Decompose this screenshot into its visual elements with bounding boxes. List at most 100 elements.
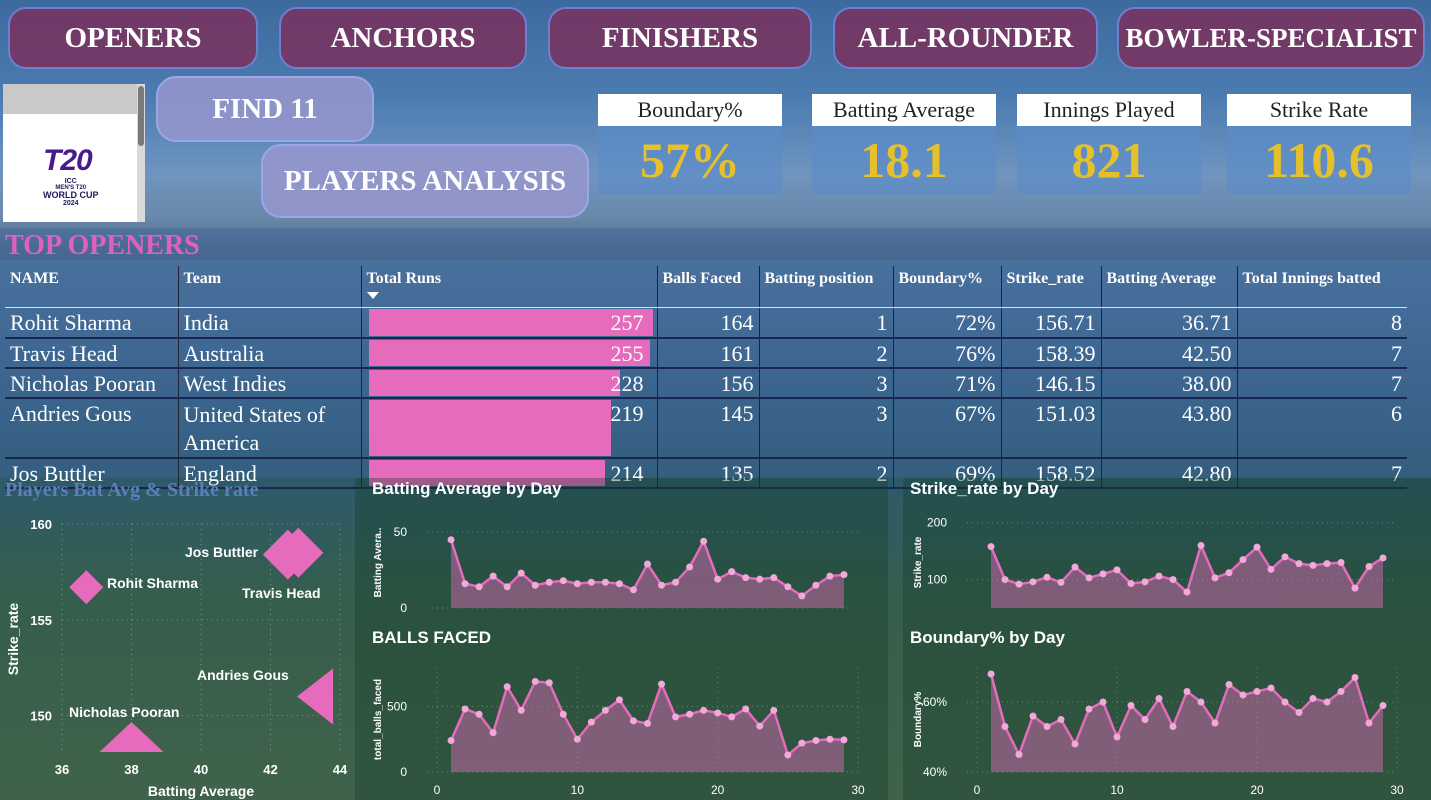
data-point — [531, 581, 539, 589]
data-point — [770, 706, 778, 714]
y-tick-label: 0 — [400, 601, 407, 615]
cell-batting-average: 36.71 — [1101, 307, 1238, 339]
t20-world-cup-logo-icon: T20 ICC MEN'S T20 WORLD CUP 2024 — [43, 144, 99, 207]
nav-anchors-button[interactable]: ANCHORS — [279, 7, 527, 69]
cell-balls-faced: 156 — [657, 367, 760, 399]
data-point — [798, 739, 806, 747]
data-point — [826, 572, 834, 580]
data-point — [601, 578, 609, 586]
kpi-batting-average-card: Batting Average 18.1 — [812, 94, 996, 194]
data-point — [840, 571, 848, 579]
data-point — [1211, 719, 1219, 727]
boundary-by-day-chart-title: Boundary% by Day — [910, 628, 1065, 647]
runs-value: 255 — [610, 340, 644, 366]
cell-batting-position: 2 — [759, 337, 894, 369]
cell-batting-position: 1 — [759, 307, 894, 339]
y-tick-label: 100 — [927, 573, 947, 587]
y-tick-label: 160 — [30, 517, 52, 532]
table-row[interactable]: Andries Gous United States of America 219 1… — [5, 397, 1407, 459]
table-row[interactable]: Rohit Sharma India 257 164 1 72% 156.71 36.71 8 — [5, 307, 1407, 339]
cell-strike-rate: 156.71 — [1001, 307, 1102, 339]
data-point — [1239, 691, 1247, 699]
kpi-label: Batting Average — [812, 94, 996, 126]
column-header-batting-average[interactable]: Batting Average — [1101, 266, 1238, 308]
area-fill — [451, 539, 844, 608]
y-tick-label: 150 — [30, 709, 52, 724]
cell-boundary: 72% — [893, 307, 1002, 339]
nav-openers-button[interactable]: OPENERS — [8, 7, 258, 69]
column-header-team[interactable]: Team — [178, 266, 362, 308]
table-body: Rohit Sharma India 257 164 1 72% 156.71 36.71 8 T… — [5, 307, 1407, 489]
data-point — [489, 729, 497, 737]
cell-total-runs: 257 — [361, 307, 658, 339]
nav-all-rounder-button[interactable]: ALL-ROUNDER — [833, 7, 1098, 69]
data-point — [1071, 563, 1079, 571]
kpi-strike-rate-card: Strike Rate 110.6 — [1227, 94, 1411, 194]
data-point — [517, 706, 525, 714]
column-header-batting-position[interactable]: Batting position — [759, 266, 894, 308]
cell-batting-average: 43.80 — [1101, 397, 1238, 459]
data-point — [784, 583, 792, 591]
data-point — [1071, 740, 1079, 748]
boundary-by-day-chart: 40% 60% 0 10 20 30 Boundary% — [913, 667, 1404, 797]
data-point — [1099, 570, 1107, 578]
scatter-point-label: Jos Buttler — [185, 544, 259, 560]
kpi-label: Strike Rate — [1227, 94, 1411, 126]
data-point — [728, 568, 736, 576]
x-tick-label: 38 — [124, 762, 138, 777]
cell-total-runs: 255 — [361, 337, 658, 369]
players-analysis-button[interactable]: PLAYERS ANALYSIS — [261, 144, 589, 218]
kpi-boundary-card: Boundary% 57% — [598, 94, 782, 194]
cell-total-innings: 6 — [1237, 397, 1407, 459]
column-header-strike-rate[interactable]: Strike_rate — [1001, 266, 1102, 308]
column-header-total-runs[interactable]: Total Runs — [361, 266, 658, 308]
data-point — [545, 578, 553, 586]
y-axis-label: Batting Avera.. — [373, 527, 384, 597]
y-tick-label: 200 — [927, 516, 947, 530]
data-point — [1127, 702, 1135, 709]
data-point — [1057, 716, 1065, 723]
cell-balls-faced: 161 — [657, 337, 760, 369]
column-header-balls-faced[interactable]: Balls Faced — [657, 266, 760, 308]
data-point — [714, 575, 722, 583]
kpi-innings-played-card: Innings Played 821 — [1017, 94, 1201, 194]
y-tick-label: 0 — [400, 765, 407, 779]
data-point — [1253, 543, 1261, 551]
y-tick-label: 155 — [30, 613, 52, 628]
data-point — [1281, 553, 1289, 561]
scatter-chart: 36 38 40 42 44 150 155 160 Batting Average Strike… — [5, 517, 348, 799]
data-point — [1113, 733, 1121, 741]
logo-scrollbar-thumb[interactable] — [138, 86, 144, 146]
runs-bar — [368, 309, 653, 336]
data-point — [447, 536, 455, 544]
table-row[interactable]: Nicholas Pooran West Indies 228 156 3 71% 146.… — [5, 367, 1407, 399]
data-point — [489, 572, 497, 580]
cell-name: Nicholas Pooran — [5, 367, 179, 399]
kpi-value: 57% — [598, 126, 782, 194]
column-header-name[interactable]: NAME — [5, 266, 179, 308]
column-header-total-innings[interactable]: Total Innings batted — [1237, 266, 1407, 308]
data-point — [503, 683, 511, 691]
data-point — [1309, 695, 1317, 702]
nav-finishers-button[interactable]: FINISHERS — [548, 7, 812, 69]
cell-batting-position: 3 — [759, 397, 894, 459]
data-point — [812, 581, 820, 589]
data-point — [686, 563, 694, 571]
strike-rate-by-day-chart: 100 200Strike_rate — [913, 516, 1397, 608]
y-axis-label: Strike_rate — [5, 603, 21, 676]
table-header-row: NAME Team Total Runs Balls Faced Batting… — [5, 266, 1407, 308]
cell-name: Andries Gous — [5, 397, 179, 459]
find-11-button[interactable]: FIND 11 — [156, 76, 374, 142]
data-point — [770, 574, 778, 582]
nav-bowler-specialist-button[interactable]: BOWLER-SPECIALIST — [1117, 7, 1425, 69]
column-header-boundary[interactable]: Boundary% — [893, 266, 1002, 308]
sort-descending-icon[interactable] — [366, 292, 379, 299]
table-row[interactable]: Travis Head Australia 255 161 2 76% 158.39 42.5… — [5, 337, 1407, 369]
tournament-logo: T20 ICC MEN'S T20 WORLD CUP 2024 — [3, 84, 145, 222]
data-point — [1169, 723, 1177, 730]
data-point — [658, 581, 666, 589]
cell-boundary: 71% — [893, 367, 1002, 399]
logo-scrollbar[interactable] — [137, 84, 145, 222]
data-point — [1365, 562, 1373, 570]
y-tick-label: 50 — [394, 525, 408, 539]
